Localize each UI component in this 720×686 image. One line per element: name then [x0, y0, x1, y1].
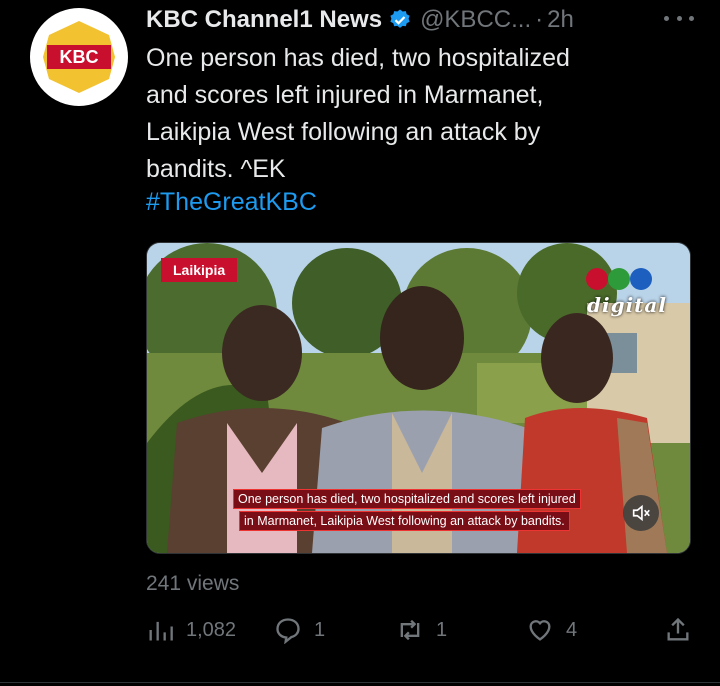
reply-count: 1 [314, 618, 326, 641]
analytics-count: 1,082 [186, 618, 237, 641]
mute-icon[interactable] [623, 495, 659, 531]
retweet-icon [400, 619, 420, 641]
caption-line-1: One person has died, two hospitalized an… [233, 489, 581, 509]
reply-icon [276, 618, 300, 644]
tweet-header: KBC Channel1 News @KBCC... · 2h [146, 4, 574, 36]
kbc-digital-logo [586, 268, 652, 290]
verified-icon [388, 8, 412, 32]
video-caption: One person has died, two hospitalized an… [233, 489, 581, 531]
caption-line-2: in Marmanet, Laikipia West following an … [239, 511, 570, 531]
author-handle[interactable]: @KBCC... [420, 6, 531, 34]
like-button[interactable]: 4 [526, 616, 577, 644]
avatar[interactable]: KBC [30, 8, 128, 106]
avatar-logo-text: KBC [60, 47, 99, 67]
video-player[interactable]: Laikipia digital One person has died, tw… [146, 242, 691, 554]
tweet-time[interactable]: 2h [547, 6, 574, 34]
retweet-count: 1 [436, 618, 448, 641]
tweet-text: One person has died, two hospitalized an… [146, 44, 570, 183]
like-count: 4 [566, 618, 578, 641]
share-button[interactable] [664, 616, 704, 644]
analytics-button[interactable]: 1,082 [146, 616, 236, 644]
divider [0, 682, 720, 683]
more-icon[interactable] [664, 6, 694, 30]
author-name[interactable]: KBC Channel1 News [146, 6, 382, 34]
watermark-text: digital [587, 293, 667, 317]
view-count: 241 views [146, 572, 240, 595]
reply-button[interactable]: 1 [274, 616, 325, 644]
channel-watermark: digital [579, 265, 679, 317]
share-icon [667, 617, 689, 641]
like-icon [529, 620, 551, 641]
action-bar: 1,082 1 1 4 [146, 616, 696, 648]
retweet-button[interactable]: 1 [396, 616, 447, 644]
location-tag: Laikipia [161, 258, 238, 282]
kbc-logo: KBC [43, 21, 115, 93]
hashtag-link[interactable]: #TheGreatKBC [146, 188, 317, 217]
separator-dot: · [535, 6, 544, 33]
analytics-icon [149, 621, 173, 641]
